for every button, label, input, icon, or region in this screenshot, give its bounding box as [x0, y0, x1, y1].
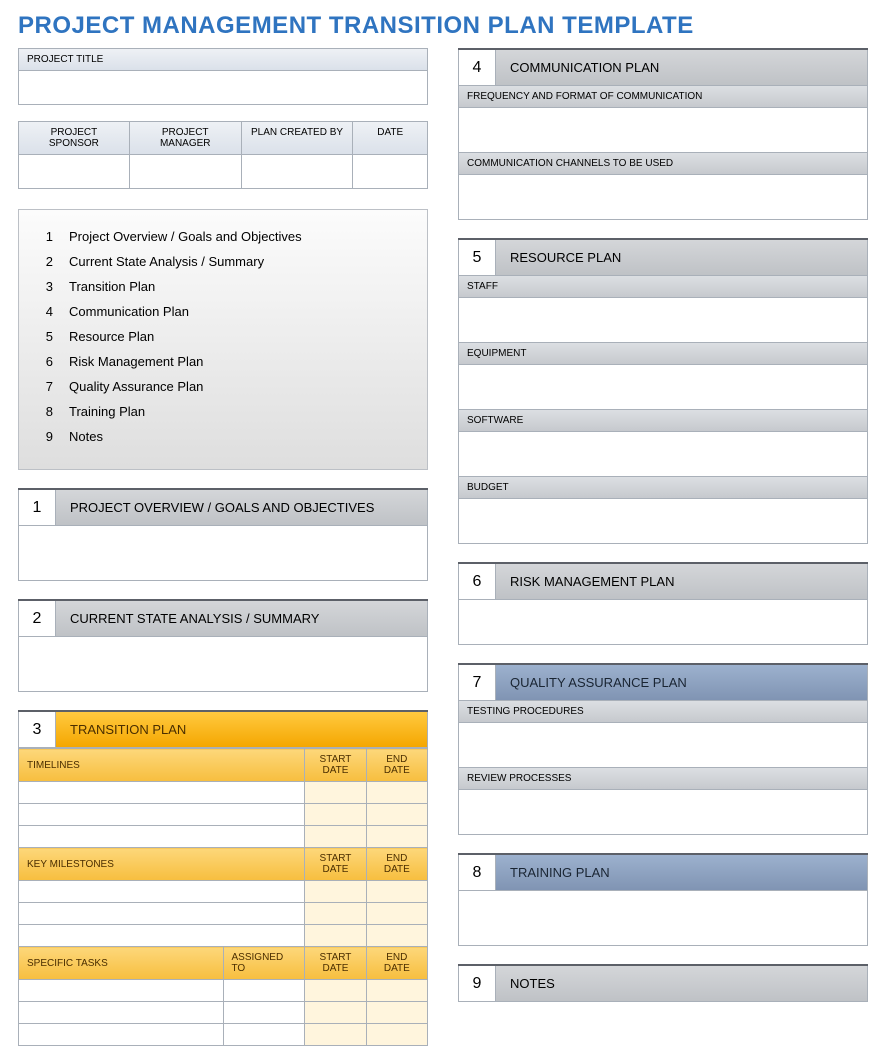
channels-body[interactable]: [458, 175, 868, 220]
section-3-title: TRANSITION PLAN: [56, 712, 428, 748]
review-label: REVIEW PROCESSES: [458, 768, 868, 790]
staff-body[interactable]: [458, 298, 868, 343]
timelines-table: TIMELINES START DATE END DATE: [18, 748, 428, 848]
end-date-label: END DATE: [366, 749, 427, 782]
section-7-title: QUALITY ASSURANCE PLAN: [496, 665, 868, 701]
section-5-title: RESOURCE PLAN: [496, 240, 868, 276]
section-8-header: 8 TRAINING PLAN: [458, 853, 868, 891]
meta-headers: PROJECT SPONSOR PROJECT MANAGER PLAN CRE…: [18, 121, 428, 155]
specific-tasks-label: SPECIFIC TASKS: [19, 947, 224, 980]
staff-label: STAFF: [458, 276, 868, 298]
project-title-label: PROJECT TITLE: [18, 48, 428, 71]
date-label: DATE: [353, 121, 428, 155]
project-title-block: PROJECT TITLE: [18, 48, 428, 105]
table-row[interactable]: [19, 782, 428, 804]
channels-label: COMMUNICATION CHANNELS TO BE USED: [458, 153, 868, 175]
section-2-body[interactable]: [18, 637, 428, 692]
section-8-body[interactable]: [458, 891, 868, 946]
sponsor-input[interactable]: [18, 155, 130, 189]
assigned-to-label: ASSIGNED TO: [223, 947, 305, 980]
section-9-title: NOTES: [496, 966, 868, 1002]
section-6-header: 6 RISK MANAGEMENT PLAN: [458, 562, 868, 600]
table-row[interactable]: [19, 903, 428, 925]
toc-item: 9Notes: [31, 424, 415, 449]
section-4-title: COMMUNICATION PLAN: [496, 50, 868, 86]
date-input[interactable]: [353, 155, 428, 189]
section-1-header: 1 PROJECT OVERVIEW / GOALS AND OBJECTIVE…: [18, 488, 428, 526]
software-label: SOFTWARE: [458, 410, 868, 432]
end-date-label: END DATE: [366, 947, 427, 980]
timelines-label: TIMELINES: [19, 749, 305, 782]
table-of-contents: 1Project Overview / Goals and Objectives…: [18, 209, 428, 470]
freq-body[interactable]: [458, 108, 868, 153]
section-5-number: 5: [458, 240, 496, 276]
manager-input[interactable]: [130, 155, 242, 189]
equipment-label: EQUIPMENT: [458, 343, 868, 365]
section-1-body[interactable]: [18, 526, 428, 581]
milestones-table: KEY MILESTONES START DATE END DATE: [18, 847, 428, 947]
project-title-input[interactable]: [18, 71, 428, 105]
start-date-label: START DATE: [305, 848, 366, 881]
review-body[interactable]: [458, 790, 868, 835]
freq-label: FREQUENCY AND FORMAT OF COMMUNICATION: [458, 86, 868, 108]
key-milestones-label: KEY MILESTONES: [19, 848, 305, 881]
budget-label: BUDGET: [458, 477, 868, 499]
toc-item: 7Quality Assurance Plan: [31, 374, 415, 399]
left-column: PROJECT TITLE PROJECT SPONSOR PROJECT MA…: [18, 48, 428, 1046]
start-date-label: START DATE: [305, 749, 366, 782]
table-row[interactable]: [19, 980, 428, 1002]
section-8-title: TRAINING PLAN: [496, 855, 868, 891]
table-row[interactable]: [19, 804, 428, 826]
section-7-number: 7: [458, 665, 496, 701]
software-body[interactable]: [458, 432, 868, 477]
testing-label: TESTING PROCEDURES: [458, 701, 868, 723]
section-6-body[interactable]: [458, 600, 868, 645]
end-date-label: END DATE: [366, 848, 427, 881]
section-9-number: 9: [458, 966, 496, 1002]
section-6-title: RISK MANAGEMENT PLAN: [496, 564, 868, 600]
toc-item: 2Current State Analysis / Summary: [31, 249, 415, 274]
table-row[interactable]: [19, 826, 428, 848]
manager-label: PROJECT MANAGER: [130, 121, 242, 155]
section-5-header: 5 RESOURCE PLAN: [458, 238, 868, 276]
page-title: PROJECT MANAGEMENT TRANSITION PLAN TEMPL…: [0, 0, 886, 48]
table-row[interactable]: [19, 881, 428, 903]
toc-item: 6Risk Management Plan: [31, 349, 415, 374]
section-3-header: 3 TRANSITION PLAN: [18, 710, 428, 748]
toc-item: 5Resource Plan: [31, 324, 415, 349]
section-2-number: 2: [18, 601, 56, 637]
equipment-body[interactable]: [458, 365, 868, 410]
table-row[interactable]: [19, 1002, 428, 1024]
right-column: 4 COMMUNICATION PLAN FREQUENCY AND FORMA…: [458, 48, 868, 1046]
table-row[interactable]: [19, 925, 428, 947]
toc-item: 8Training Plan: [31, 399, 415, 424]
section-2-header: 2 CURRENT STATE ANALYSIS / SUMMARY: [18, 599, 428, 637]
start-date-label: START DATE: [305, 947, 366, 980]
section-2-title: CURRENT STATE ANALYSIS / SUMMARY: [56, 601, 428, 637]
section-3-number: 3: [18, 712, 56, 748]
section-1-number: 1: [18, 490, 56, 526]
section-4-header: 4 COMMUNICATION PLAN: [458, 48, 868, 86]
toc-item: 3Transition Plan: [31, 274, 415, 299]
created-by-input[interactable]: [242, 155, 354, 189]
section-6-number: 6: [458, 564, 496, 600]
specific-tasks-table: SPECIFIC TASKS ASSIGNED TO START DATE EN…: [18, 946, 428, 1046]
section-9-header: 9 NOTES: [458, 964, 868, 1002]
testing-body[interactable]: [458, 723, 868, 768]
section-8-number: 8: [458, 855, 496, 891]
created-by-label: PLAN CREATED BY: [242, 121, 354, 155]
section-1-title: PROJECT OVERVIEW / GOALS AND OBJECTIVES: [56, 490, 428, 526]
section-4-number: 4: [458, 50, 496, 86]
section-7-header: 7 QUALITY ASSURANCE PLAN: [458, 663, 868, 701]
sponsor-label: PROJECT SPONSOR: [18, 121, 130, 155]
meta-inputs: [18, 155, 428, 189]
toc-item: 1Project Overview / Goals and Objectives: [31, 224, 415, 249]
toc-item: 4Communication Plan: [31, 299, 415, 324]
budget-body[interactable]: [458, 499, 868, 544]
